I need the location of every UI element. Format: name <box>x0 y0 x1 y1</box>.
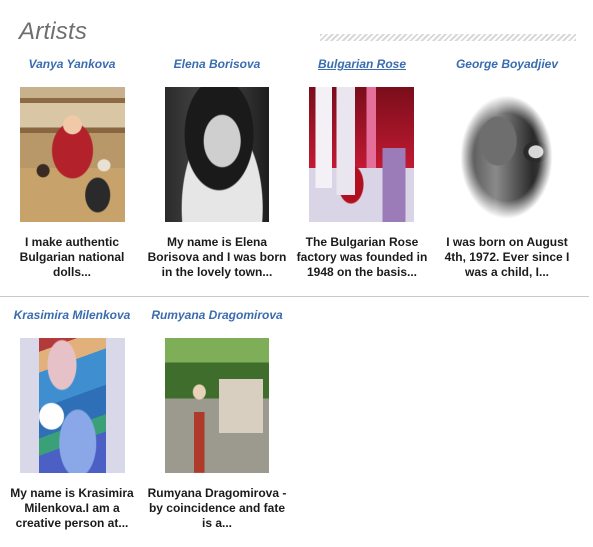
artist-photo[interactable] <box>165 338 269 473</box>
artist-description: My name is Krasimira Milenkova.I am a cr… <box>10 486 134 530</box>
artist-description: I make authentic Bulgarian national doll… <box>19 235 125 279</box>
artist-photo[interactable] <box>309 87 414 222</box>
artist-name-link[interactable]: Elena Borisova <box>147 57 287 71</box>
row-divider <box>0 296 589 297</box>
artist-description: Rumyana Dragomirova - by coincidence and… <box>147 486 287 530</box>
title-decoration <box>320 34 576 41</box>
section-header: Artists <box>0 0 593 50</box>
artist-description: The Bulgarian Rose factory was founded i… <box>296 235 428 279</box>
artist-name-link[interactable]: Bulgarian Rose <box>292 57 432 71</box>
artist-description: My name is Elena Borisova and I was born… <box>147 235 287 279</box>
artist-name-link[interactable]: George Boyadjiev <box>437 57 577 71</box>
artist-photo[interactable] <box>20 338 125 473</box>
artist-photo[interactable] <box>454 87 559 222</box>
artist-description: I was born on August 4th, 1972. Ever sin… <box>444 235 570 279</box>
artist-photo[interactable] <box>165 87 269 222</box>
artist-photo[interactable] <box>20 87 125 222</box>
page-title: Artists <box>19 18 88 45</box>
artist-name-link[interactable]: Vanya Yankova <box>2 57 142 71</box>
artist-name-link[interactable]: Krasimira Milenkova <box>2 308 142 322</box>
artist-name-link[interactable]: Rumyana Dragomirova <box>147 308 287 322</box>
